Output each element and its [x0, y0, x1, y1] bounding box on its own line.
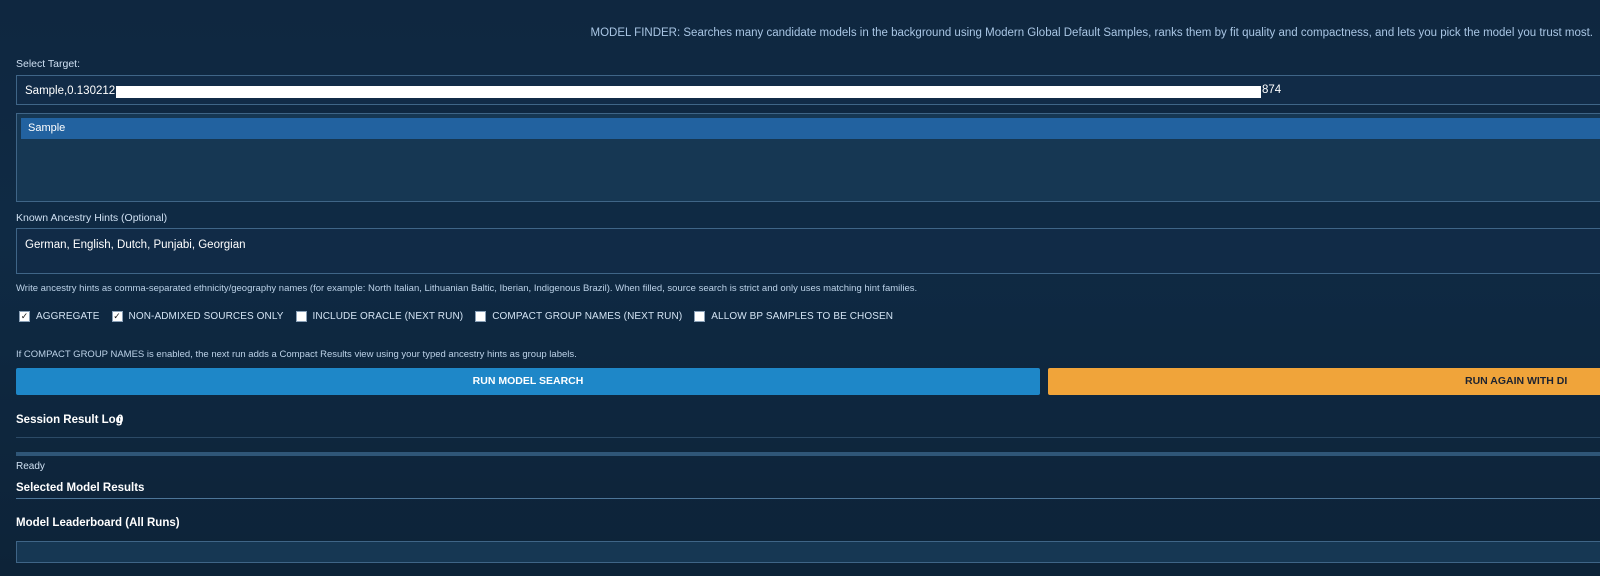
leaderboard-panel: [16, 541, 1600, 563]
progress-bar: [16, 452, 1600, 456]
model-finder-banner: MODEL FINDER: Searches many candidate mo…: [590, 27, 1593, 39]
options-row: ✓ AGGREGATE ✓ NON-ADMIXED SOURCES ONLY I…: [19, 311, 905, 322]
compact-group-names-option[interactable]: COMPACT GROUP NAMES (NEXT RUN): [475, 311, 682, 322]
compact-group-names-checkbox[interactable]: [475, 311, 487, 322]
aggregate-label: AGGREGATE: [36, 311, 100, 322]
non-admixed-option[interactable]: ✓ NON-ADMIXED SOURCES ONLY: [111, 311, 284, 322]
session-result-log-title: Session Result Log: [16, 414, 123, 426]
include-oracle-checkbox[interactable]: [295, 311, 307, 322]
hints-help-text: Write ancestry hints as comma-separated …: [16, 283, 918, 294]
status-text: Ready: [16, 461, 45, 472]
aggregate-option[interactable]: ✓ AGGREGATE: [19, 311, 100, 322]
run-again-button[interactable]: RUN AGAIN WITH DI: [1048, 368, 1600, 395]
include-oracle-label: INCLUDE ORACLE (NEXT RUN): [312, 311, 464, 322]
include-oracle-option[interactable]: INCLUDE ORACLE (NEXT RUN): [295, 311, 464, 322]
select-target-label: Select Target:: [16, 58, 81, 70]
listbox-item-sample[interactable]: Sample: [21, 118, 1600, 139]
redaction-bar: [116, 86, 1261, 98]
allow-bp-samples-option[interactable]: ALLOW BP SAMPLES TO BE CHOSEN: [694, 311, 893, 322]
allow-bp-samples-label: ALLOW BP SAMPLES TO BE CHOSEN: [711, 311, 894, 322]
compact-names-note: If COMPACT GROUP NAMES is enabled, the n…: [16, 349, 577, 360]
model-leaderboard-title: Model Leaderboard (All Runs): [16, 517, 180, 529]
target-value-suffix: 874: [1262, 84, 1282, 96]
ancestry-hints-input[interactable]: German, English, Dutch, Punjabi, Georgia…: [16, 228, 1600, 274]
session-divider: [16, 437, 1600, 438]
aggregate-checkbox[interactable]: ✓: [19, 311, 30, 322]
target-value-prefix: Sample,0.130212,: [25, 85, 119, 97]
session-result-count: 0: [117, 414, 124, 426]
compact-group-names-label: COMPACT GROUP NAMES (NEXT RUN): [492, 311, 683, 322]
selected-model-results-title: Selected Model Results: [16, 482, 145, 494]
non-admixed-label: NON-ADMIXED SOURCES ONLY: [128, 311, 284, 322]
ancestry-hints-label: Known Ancestry Hints (Optional): [16, 212, 168, 224]
allow-bp-samples-checkbox[interactable]: [694, 311, 706, 322]
non-admixed-checkbox[interactable]: ✓: [111, 311, 123, 322]
selected-results-divider: [16, 498, 1600, 499]
run-model-search-button[interactable]: RUN MODEL SEARCH: [16, 368, 1040, 395]
